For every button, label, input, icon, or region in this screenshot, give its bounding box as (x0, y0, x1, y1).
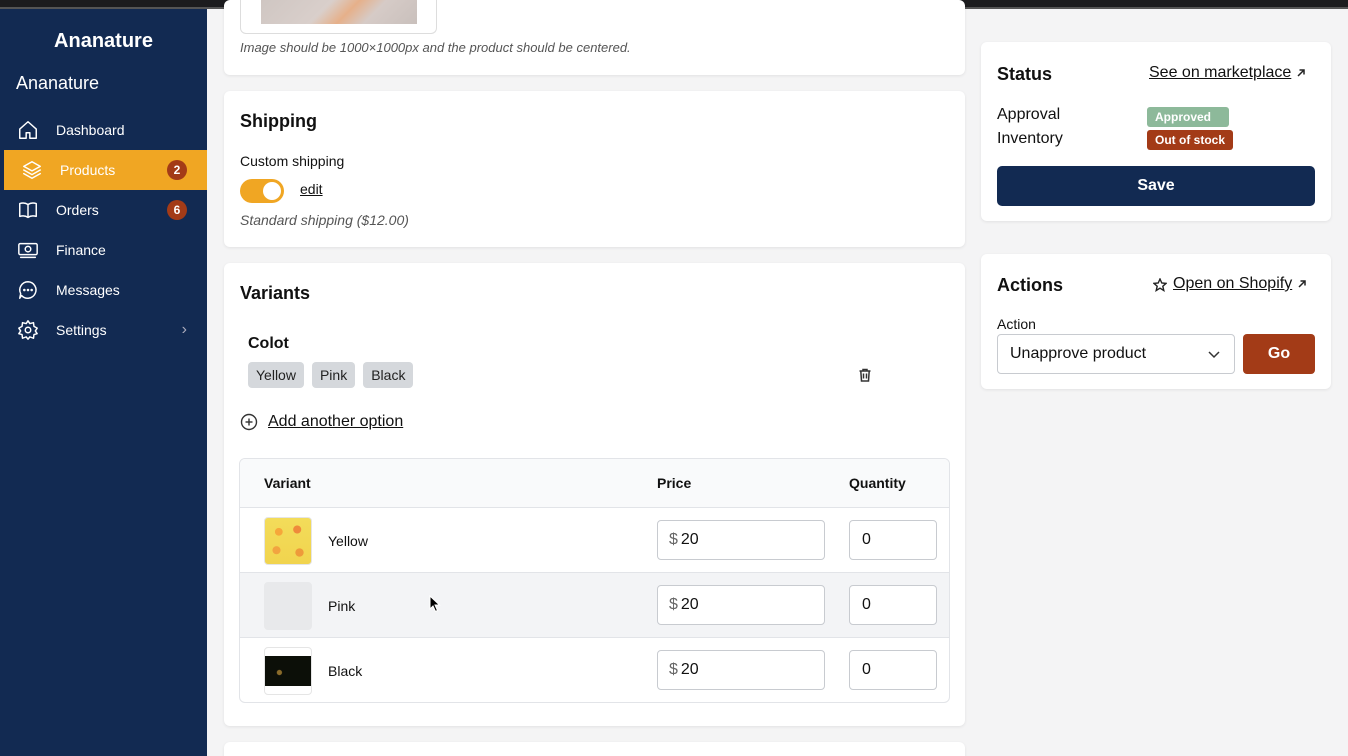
quantity-input[interactable]: 0 (849, 520, 937, 560)
orders-count-badge: 6 (167, 200, 187, 220)
image-hint: Image should be 1000×1000px and the prod… (240, 40, 631, 55)
actions-title: Actions (997, 275, 1064, 295)
status-card: Status See on marketplace Approval Appro… (981, 42, 1331, 221)
variant-name: Pink (328, 598, 356, 614)
quantity-input[interactable]: 0 (849, 650, 937, 690)
mouse-cursor-icon (429, 594, 441, 613)
column-header-quantity: Quantity (849, 475, 906, 491)
sidebar-item-finance[interactable]: Finance (0, 230, 207, 270)
shipping-title: Shipping (240, 111, 317, 131)
gear-icon (16, 318, 40, 342)
sidebar-item-label: Settings (56, 322, 107, 338)
sidebar-item-products[interactable]: Products 2 (4, 150, 207, 190)
products-count-badge: 2 (167, 160, 187, 180)
variant-thumbnail[interactable] (264, 647, 312, 695)
quantity-value: 0 (862, 531, 871, 548)
external-link-icon (1298, 280, 1306, 288)
book-icon (16, 198, 40, 222)
option-values: Yellow Pink Black (248, 362, 414, 388)
chevron-down-icon (1208, 351, 1220, 359)
inventory-status-badge: Out of stock (1147, 130, 1234, 150)
inventory-label: Inventory (997, 130, 1063, 147)
option-value-chip[interactable]: Yellow (248, 362, 304, 388)
sidebar-item-label: Products (60, 162, 116, 178)
next-section-card (224, 742, 965, 756)
variant-name: Black (328, 663, 363, 679)
quantity-value: 0 (862, 661, 871, 678)
layers-icon (20, 158, 44, 182)
marketplace-link-label: See on marketplace (1149, 64, 1292, 81)
quantity-input[interactable]: 0 (849, 585, 937, 625)
chevron-right-icon: › (181, 321, 187, 338)
price-value: 20 (680, 661, 699, 678)
quantity-value: 0 (862, 596, 871, 613)
open-on-shopify-link[interactable]: Open on Shopify (1173, 275, 1307, 293)
sidebar-nav: Dashboard Products 2 Orders 6 Finance Me… (0, 110, 207, 350)
option-value-chip[interactable]: Black (363, 362, 414, 388)
save-button[interactable]: Save (997, 166, 1315, 206)
variants-card: Variants Colot Yellow Pink Black Add ano… (224, 263, 965, 726)
star-icon (1152, 277, 1168, 292)
brand-logo: Ananature (54, 30, 153, 52)
standard-shipping-text: Standard shipping ($12.00) (240, 212, 409, 228)
custom-shipping-toggle[interactable] (240, 179, 284, 203)
product-photo (261, 0, 417, 24)
variants-table: Variant Price Quantity Yellow $ 20 0 Pin… (239, 458, 950, 703)
shipping-card: Shipping Custom shipping edit Standard s… (224, 91, 965, 247)
variant-thumbnail[interactable] (264, 582, 312, 630)
price-input[interactable]: $ 20 (657, 520, 825, 560)
actions-card: Actions Open on Shopify Action Unapprove… (981, 254, 1331, 389)
edit-shipping-link[interactable]: edit (300, 181, 323, 197)
column-header-price: Price (657, 475, 692, 491)
action-label: Action (997, 316, 1036, 332)
price-value: 20 (680, 531, 699, 548)
money-icon (16, 238, 40, 262)
action-select-value: Unapprove product (1010, 345, 1147, 362)
price-input[interactable]: $ 20 (657, 585, 825, 625)
home-icon (16, 118, 40, 142)
add-option-button[interactable]: Add another option (240, 413, 403, 431)
sidebar-item-messages[interactable]: Messages (0, 270, 207, 310)
variants-title: Variants (240, 283, 311, 303)
option-name: Colot (248, 335, 289, 352)
price-value: 20 (680, 596, 699, 613)
plus-circle-icon (240, 413, 258, 431)
table-row: Pink $ 20 0 (240, 573, 949, 638)
shopify-link-label: Open on Shopify (1173, 275, 1293, 292)
currency-symbol: $ (669, 531, 678, 548)
currency-symbol: $ (669, 596, 678, 613)
table-header: Variant Price Quantity (240, 459, 949, 508)
product-image-card: Image should be 1000×1000px and the prod… (224, 0, 965, 75)
sidebar-item-settings[interactable]: Settings › (0, 310, 207, 350)
go-button[interactable]: Go (1243, 334, 1315, 374)
option-value-chip[interactable]: Pink (311, 362, 356, 388)
sidebar-item-dashboard[interactable]: Dashboard (0, 110, 207, 150)
see-on-marketplace-link[interactable]: See on marketplace (1149, 64, 1306, 82)
variant-thumbnail[interactable] (264, 517, 312, 565)
sidebar: Ananature Ananature Dashboard Products 2… (0, 9, 207, 756)
sidebar-item-label: Finance (56, 242, 106, 258)
sidebar-item-label: Orders (56, 202, 99, 218)
sidebar-item-orders[interactable]: Orders 6 (0, 190, 207, 230)
store-name: Ananature (16, 73, 100, 93)
custom-shipping-label: Custom shipping (240, 153, 345, 169)
variant-name: Yellow (328, 533, 368, 549)
sidebar-item-label: Dashboard (56, 122, 125, 138)
sidebar-item-label: Messages (56, 282, 120, 298)
status-title: Status (997, 64, 1053, 84)
product-image[interactable] (240, 0, 437, 34)
add-option-label: Add another option (268, 413, 404, 430)
approval-label: Approval (997, 106, 1061, 123)
trash-icon[interactable] (857, 367, 873, 383)
approval-status-badge: Approved (1147, 107, 1230, 127)
table-row: Black $ 20 0 (240, 638, 949, 702)
action-select[interactable]: Unapprove product (997, 334, 1235, 374)
chat-icon (16, 278, 40, 302)
external-link-icon (1297, 69, 1306, 77)
column-header-variant: Variant (264, 475, 311, 491)
price-input[interactable]: $ 20 (657, 650, 825, 690)
currency-symbol: $ (669, 661, 678, 678)
table-row: Yellow $ 20 0 (240, 508, 949, 573)
